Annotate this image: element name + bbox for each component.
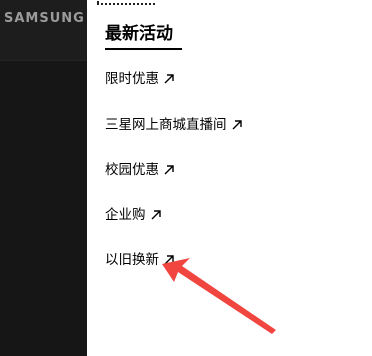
site-header: SAMSUNG: [0, 0, 87, 61]
external-arrow-icon: [164, 74, 174, 84]
menu-item-label: 限时优惠: [105, 71, 159, 87]
external-arrow-icon: [151, 210, 161, 220]
external-arrow-icon: [232, 120, 242, 130]
menu-item-label: 校园优惠: [105, 162, 159, 178]
menu-item-label: 企业购: [105, 207, 146, 223]
external-arrow-icon: [164, 255, 174, 265]
external-arrow-icon: [164, 165, 174, 175]
page-backdrop[interactable]: SAMSUNG: [0, 0, 87, 356]
nav-drawer: 最新活动 限时优惠 三星网上商城直播间 校园优惠 企业购 以旧换新: [87, 0, 372, 356]
menu-item-enterprise[interactable]: 企业购: [105, 205, 162, 225]
page: SAMSUNG 最新活动 限时优惠 三星网上商城直播间 校园优惠 企业购 以旧换…: [0, 0, 372, 356]
menu-item-livestream[interactable]: 三星网上商城直播间: [105, 115, 243, 135]
menu-item-campus-offer[interactable]: 校园优惠: [105, 160, 175, 180]
menu-item-limited-offer[interactable]: 限时优惠: [105, 69, 175, 89]
drawer-title: 最新活动: [105, 24, 173, 44]
brand-logo[interactable]: SAMSUNG: [4, 11, 85, 26]
title-underline: [105, 48, 182, 50]
focus-outline: [97, 0, 155, 5]
menu-item-trade-in[interactable]: 以旧换新: [105, 250, 175, 270]
menu-item-label: 以旧换新: [105, 252, 159, 268]
menu-item-label: 三星网上商城直播间: [105, 117, 227, 133]
